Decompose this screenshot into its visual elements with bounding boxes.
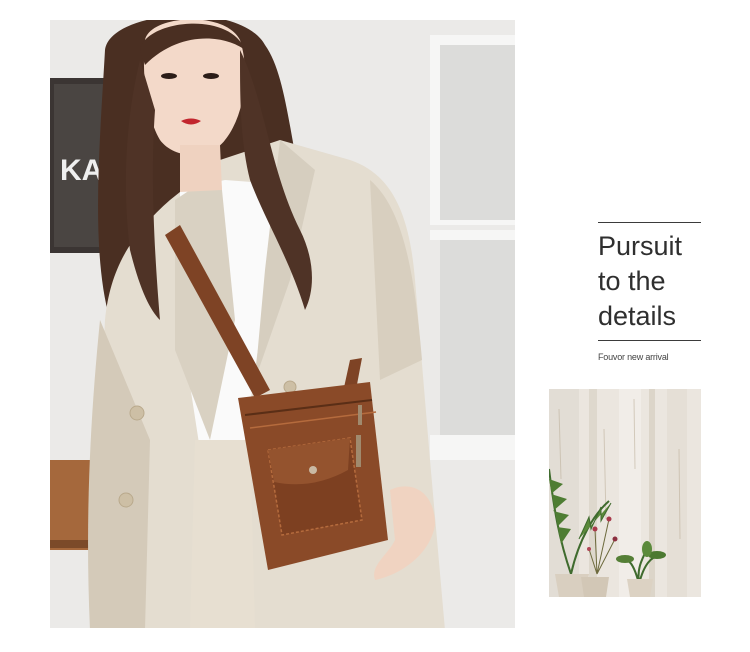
headline-line-1: Pursuit <box>598 231 683 261</box>
background-sign-text: KA <box>60 154 103 187</box>
headline-line-2: to the <box>598 266 666 296</box>
bottom-divider <box>598 340 701 341</box>
subheadline: Fouvor new arrival <box>598 352 669 362</box>
top-divider <box>598 222 701 223</box>
headline-line-3: details <box>598 301 677 331</box>
headline: Pursuit to the details <box>598 229 718 334</box>
plants-illustration <box>549 389 701 597</box>
model-illustration: KA <box>50 20 515 628</box>
product-photo: KA <box>50 20 515 628</box>
plant-thumbnail <box>549 389 701 597</box>
